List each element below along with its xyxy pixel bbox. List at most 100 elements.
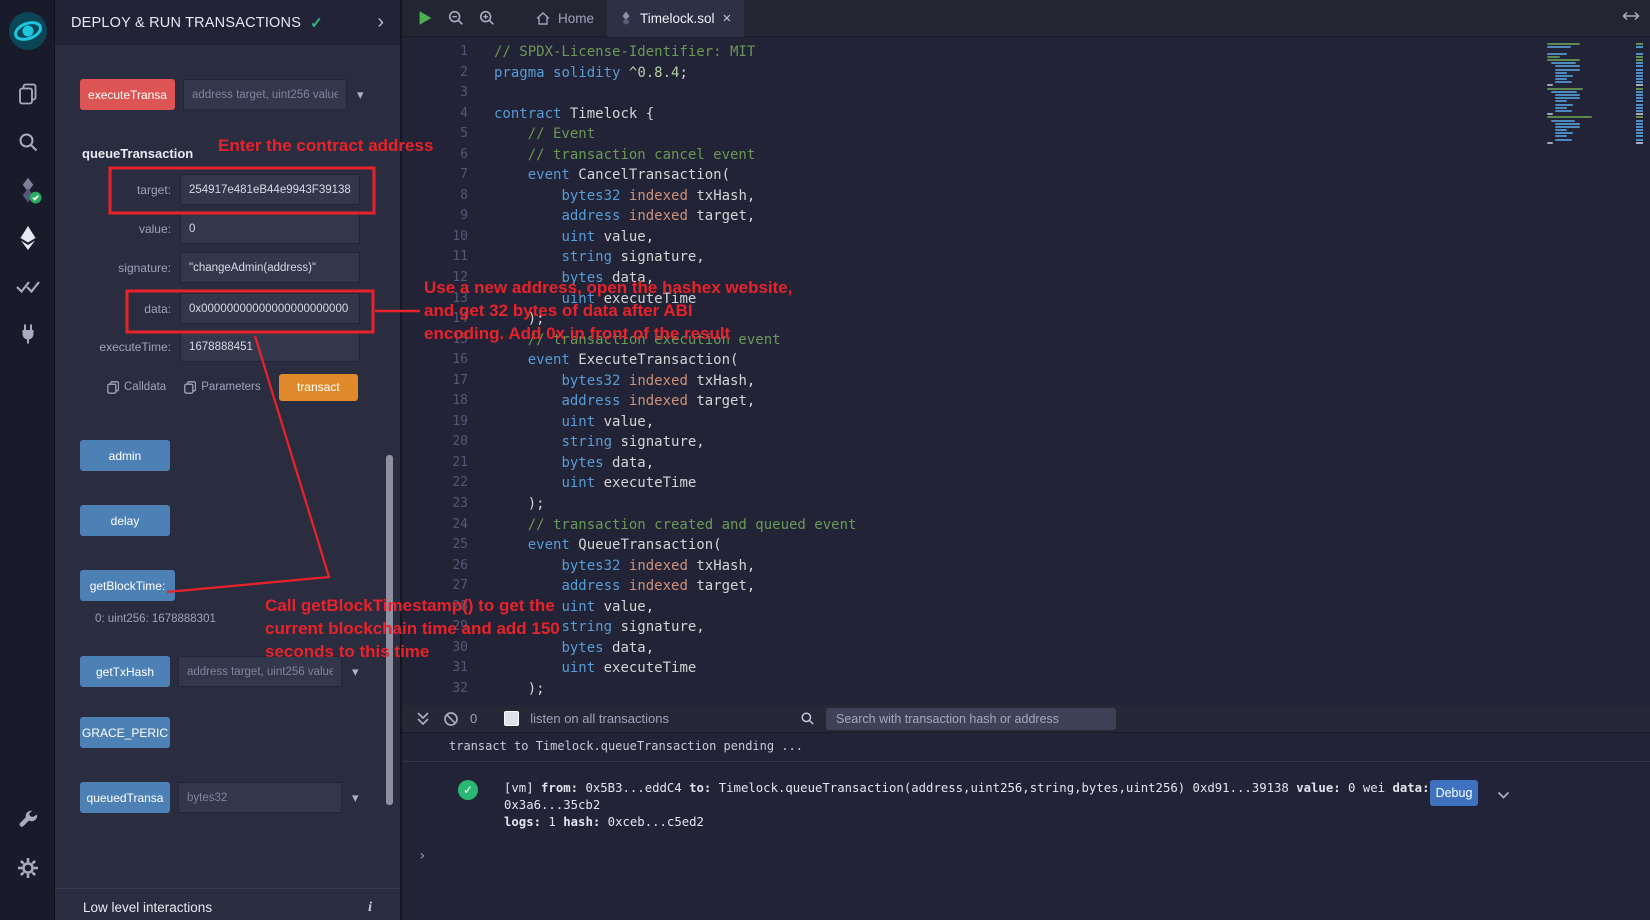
minimap-line xyxy=(1547,142,1553,144)
line-number: 11 xyxy=(402,247,468,268)
code-line: 24 // transaction created and queued eve… xyxy=(402,515,1540,536)
minimap-line xyxy=(1547,56,1560,58)
listen-all-transactions-checkbox[interactable] xyxy=(504,711,519,726)
code-line: 4contract Timelock { xyxy=(402,104,1540,125)
code-line: 28 uint value, xyxy=(402,597,1540,618)
transaction-log-entry[interactable]: ✓ [vm] from: 0x5B3...eddC4 to: Timelock.… xyxy=(402,780,1650,831)
info-icon[interactable]: i xyxy=(368,900,372,916)
chevron-down-icon xyxy=(1497,791,1510,800)
ruler-mark xyxy=(1636,97,1643,99)
code-lines[interactable]: 1// SPDX-License-Identifier: MIT2pragma … xyxy=(402,42,1540,705)
deploy-run-panel: DEPLOY & RUN TRANSACTIONS ✓ › executeTra… xyxy=(55,0,400,920)
tab-home[interactable]: Home xyxy=(523,0,607,37)
rail-unit-testing[interactable] xyxy=(0,262,55,310)
minimap-line xyxy=(1555,100,1567,102)
code-line: 25 event QueueTransaction( xyxy=(402,535,1540,556)
calldata-copy[interactable]: Calldata xyxy=(107,381,166,394)
tx-log-line1: [vm] from: 0x5B3...eddC4 to: Timelock.qu… xyxy=(504,780,1434,814)
ruler-mark xyxy=(1636,81,1643,83)
minimap-line xyxy=(1555,126,1579,128)
minimap-line xyxy=(1551,91,1577,93)
panel-scrollbar[interactable] xyxy=(386,455,393,805)
code-line: 5 // Event xyxy=(402,124,1540,145)
rail-settings[interactable] xyxy=(0,844,55,892)
getBlockTimestamp-button[interactable]: getBlockTime: xyxy=(80,570,175,601)
log-segment: from: xyxy=(541,781,578,795)
minimap-line xyxy=(1547,88,1583,90)
tabs: Home Timelock.sol × xyxy=(523,0,744,37)
getTxHash-args-input[interactable] xyxy=(178,656,342,687)
target-input[interactable] xyxy=(180,174,360,205)
line-number: 7 xyxy=(402,165,468,186)
value-input[interactable] xyxy=(180,213,360,244)
line-number: 17 xyxy=(402,371,468,392)
data-input[interactable] xyxy=(180,293,360,324)
run-script-button[interactable] xyxy=(416,9,434,27)
line-number: 27 xyxy=(402,576,468,597)
rail-plugin-manager[interactable] xyxy=(0,310,55,358)
ruler-mark xyxy=(1636,78,1643,80)
signature-input[interactable] xyxy=(180,252,360,283)
line-number: 12 xyxy=(402,268,468,289)
code-line: 8 bytes32 indexed txHash, xyxy=(402,186,1540,207)
search-icon xyxy=(16,130,40,154)
queuedTransactions-button[interactable]: queuedTransa xyxy=(80,782,170,813)
minimap-line xyxy=(1547,116,1592,118)
code-line: 23 ); xyxy=(402,494,1540,515)
code-line: 27 address indexed target, xyxy=(402,576,1540,597)
remix-logo-icon xyxy=(6,9,50,53)
collapse-terminal-button[interactable] xyxy=(416,711,430,726)
rail-file-explorer[interactable] xyxy=(0,70,55,118)
line-number: 21 xyxy=(402,453,468,474)
clear-console-button[interactable] xyxy=(443,711,459,727)
chevron-down-icon[interactable]: ▾ xyxy=(352,790,359,806)
executeTransaction-args-input[interactable] xyxy=(183,79,347,110)
code-line: 13 uint executeTime xyxy=(402,289,1540,310)
ruler-mark xyxy=(1636,120,1643,122)
minimap-content[interactable] xyxy=(1547,43,1623,145)
getTxHash-button[interactable]: getTxHash xyxy=(80,656,170,687)
tab-timelock[interactable]: Timelock.sol × xyxy=(607,0,744,37)
debug-button[interactable]: Debug xyxy=(1430,780,1478,806)
chevron-down-icon[interactable]: ▾ xyxy=(357,87,364,103)
queuedTransactions-args-input[interactable] xyxy=(178,782,342,813)
transaction-log-text: [vm] from: 0x5B3...eddC4 to: Timelock.qu… xyxy=(504,780,1434,831)
terminal-prompt[interactable]: › xyxy=(418,848,426,864)
terminal-toolbar: 0 listen on all transactions xyxy=(402,705,1650,733)
executeTransaction-button[interactable]: executeTransa xyxy=(80,79,175,110)
zoom-in-button[interactable] xyxy=(478,9,496,27)
terminal-search-input[interactable] xyxy=(826,708,1116,730)
queue-transaction-title: queueTransaction xyxy=(82,146,193,161)
parameters-copy[interactable]: Parameters xyxy=(184,381,260,394)
line-number: 31 xyxy=(402,658,468,679)
rail-deploy-and-run[interactable] xyxy=(0,214,55,262)
rail-search[interactable] xyxy=(0,118,55,166)
admin-button[interactable]: admin xyxy=(80,440,170,471)
zoom-out-button[interactable] xyxy=(447,9,465,27)
executetime-input[interactable] xyxy=(180,331,360,362)
minimap-line xyxy=(1555,110,1572,112)
minimap-line xyxy=(1551,62,1576,64)
chevron-down-icon[interactable]: ▾ xyxy=(352,664,359,680)
getBlockTimestamp-result: 0: uint256: 1678888301 xyxy=(95,613,216,625)
rail-remix-logo[interactable] xyxy=(0,0,55,62)
ruler-mark xyxy=(1636,62,1643,64)
log-chevron-down-icon[interactable] xyxy=(1497,787,1510,805)
transact-button[interactable]: transact xyxy=(279,374,358,401)
grace-period-button[interactable]: GRACE_PERIC xyxy=(80,717,170,748)
ruler-mark xyxy=(1636,135,1643,137)
delay-button[interactable]: delay xyxy=(80,505,170,536)
rail-solidity-compiler[interactable] xyxy=(0,166,55,214)
panel-collapse-icon[interactable]: › xyxy=(377,11,384,34)
log-segment: value: xyxy=(1296,781,1340,795)
close-tab-icon[interactable]: × xyxy=(723,10,732,27)
ruler-mark xyxy=(1636,88,1643,90)
rail-debugger[interactable] xyxy=(0,796,55,844)
line-number: 6 xyxy=(402,145,468,166)
line-number: 13 xyxy=(402,289,468,310)
log-segment: 0 wei xyxy=(1341,781,1393,795)
panel-check-icon: ✓ xyxy=(310,14,323,32)
gear-icon xyxy=(16,856,40,880)
zoom-in-icon xyxy=(478,9,496,27)
expand-horizontal-icon[interactable] xyxy=(1622,9,1640,27)
